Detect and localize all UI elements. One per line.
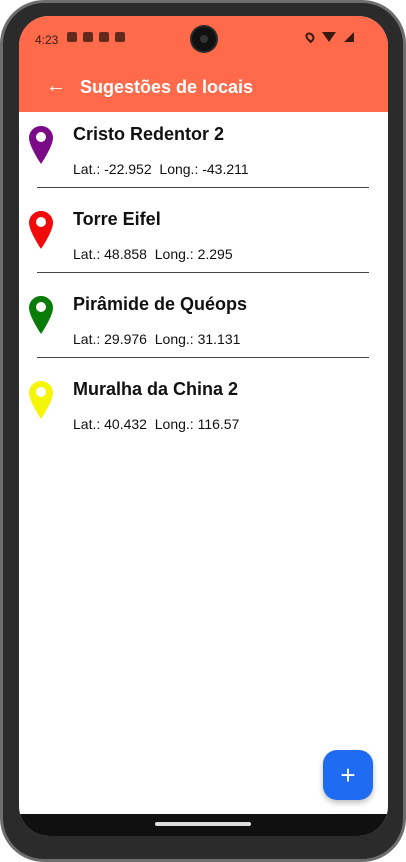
- shield-icon: [67, 32, 77, 42]
- places-list: Cristo Redentor 2 Lat.: -22.952 Long.: -4…: [19, 112, 388, 452]
- map-pin-icon: [29, 296, 53, 334]
- place-name: Pirâmide de Quéops: [73, 294, 248, 314]
- long-label: Long.:: [154, 331, 194, 347]
- lat-value: 40.432: [104, 416, 147, 432]
- navigation-bar: [19, 814, 388, 836]
- shield-check-icon: [83, 32, 93, 42]
- add-place-button[interactable]: +: [323, 750, 373, 800]
- place-coordinates: Lat.: 40.432 Long.: 116.57: [73, 416, 239, 432]
- list-item[interactable]: Muralha da China 2 Lat.: 40.432 Long.: 11…: [19, 367, 388, 452]
- list-item[interactable]: Pirâmide de Quéops Lat.: 29.976 Long.: 31…: [19, 282, 388, 367]
- long-value: 31.131: [197, 331, 241, 347]
- lat-label: Lat.:: [73, 331, 101, 347]
- front-camera: [192, 27, 216, 51]
- long-value: 2.295: [197, 246, 233, 262]
- page-title: Sugestões de locais: [80, 77, 254, 97]
- map-pin-icon: [29, 211, 53, 249]
- lat-label: Lat.:: [73, 161, 101, 177]
- place-coordinates: Lat.: 29.976 Long.: 31.131: [73, 331, 240, 347]
- system-icons: [303, 30, 354, 44]
- status-bar: 4:23: [19, 16, 388, 62]
- list-item[interactable]: Torre Eifel Lat.: 48.858 Long.: 2.295: [19, 197, 388, 282]
- place-name: Cristo Redentor 2: [73, 124, 225, 144]
- lat-value: -22.952: [104, 161, 152, 177]
- long-label: Long.:: [159, 161, 199, 177]
- lat-value: 29.976: [104, 331, 147, 347]
- sd-card-icon: [99, 32, 109, 42]
- place-coordinates: Lat.: -22.952 Long.: -43.211: [73, 161, 249, 177]
- location-icon: [303, 30, 317, 44]
- map-pin-icon: [29, 126, 53, 164]
- home-gesture-handle[interactable]: [155, 822, 251, 826]
- divider: [37, 272, 369, 273]
- place-name: Torre Eifel: [73, 209, 161, 229]
- divider: [37, 357, 369, 358]
- long-value: 116.57: [197, 416, 240, 432]
- status-time: 4:23: [35, 33, 59, 47]
- back-button[interactable]: ←: [45, 75, 67, 97]
- lat-label: Lat.:: [73, 416, 101, 432]
- long-label: Long.:: [154, 246, 194, 262]
- arrow-left-icon: ←: [46, 75, 66, 97]
- screen: 4:23 ← Sugestões de locais Cristo Redent…: [19, 16, 388, 836]
- place-name: Muralha da China 2: [73, 379, 239, 399]
- lat-label: Lat.:: [73, 246, 101, 262]
- font-a-icon: [115, 32, 125, 42]
- long-value: -43.211: [202, 161, 249, 177]
- plus-icon: +: [340, 760, 356, 790]
- list-item[interactable]: Cristo Redentor 2 Lat.: -22.952 Long.: -4…: [19, 112, 388, 197]
- place-coordinates: Lat.: 48.858 Long.: 2.295: [73, 246, 233, 262]
- notification-icons: [67, 32, 125, 42]
- divider: [37, 187, 369, 188]
- lat-value: 48.858: [104, 246, 147, 262]
- app-bar: ← Sugestões de locais: [19, 62, 388, 112]
- signal-icon: [344, 32, 354, 42]
- long-label: Long.:: [154, 416, 194, 432]
- map-pin-icon: [29, 381, 53, 419]
- wifi-icon: [322, 32, 336, 42]
